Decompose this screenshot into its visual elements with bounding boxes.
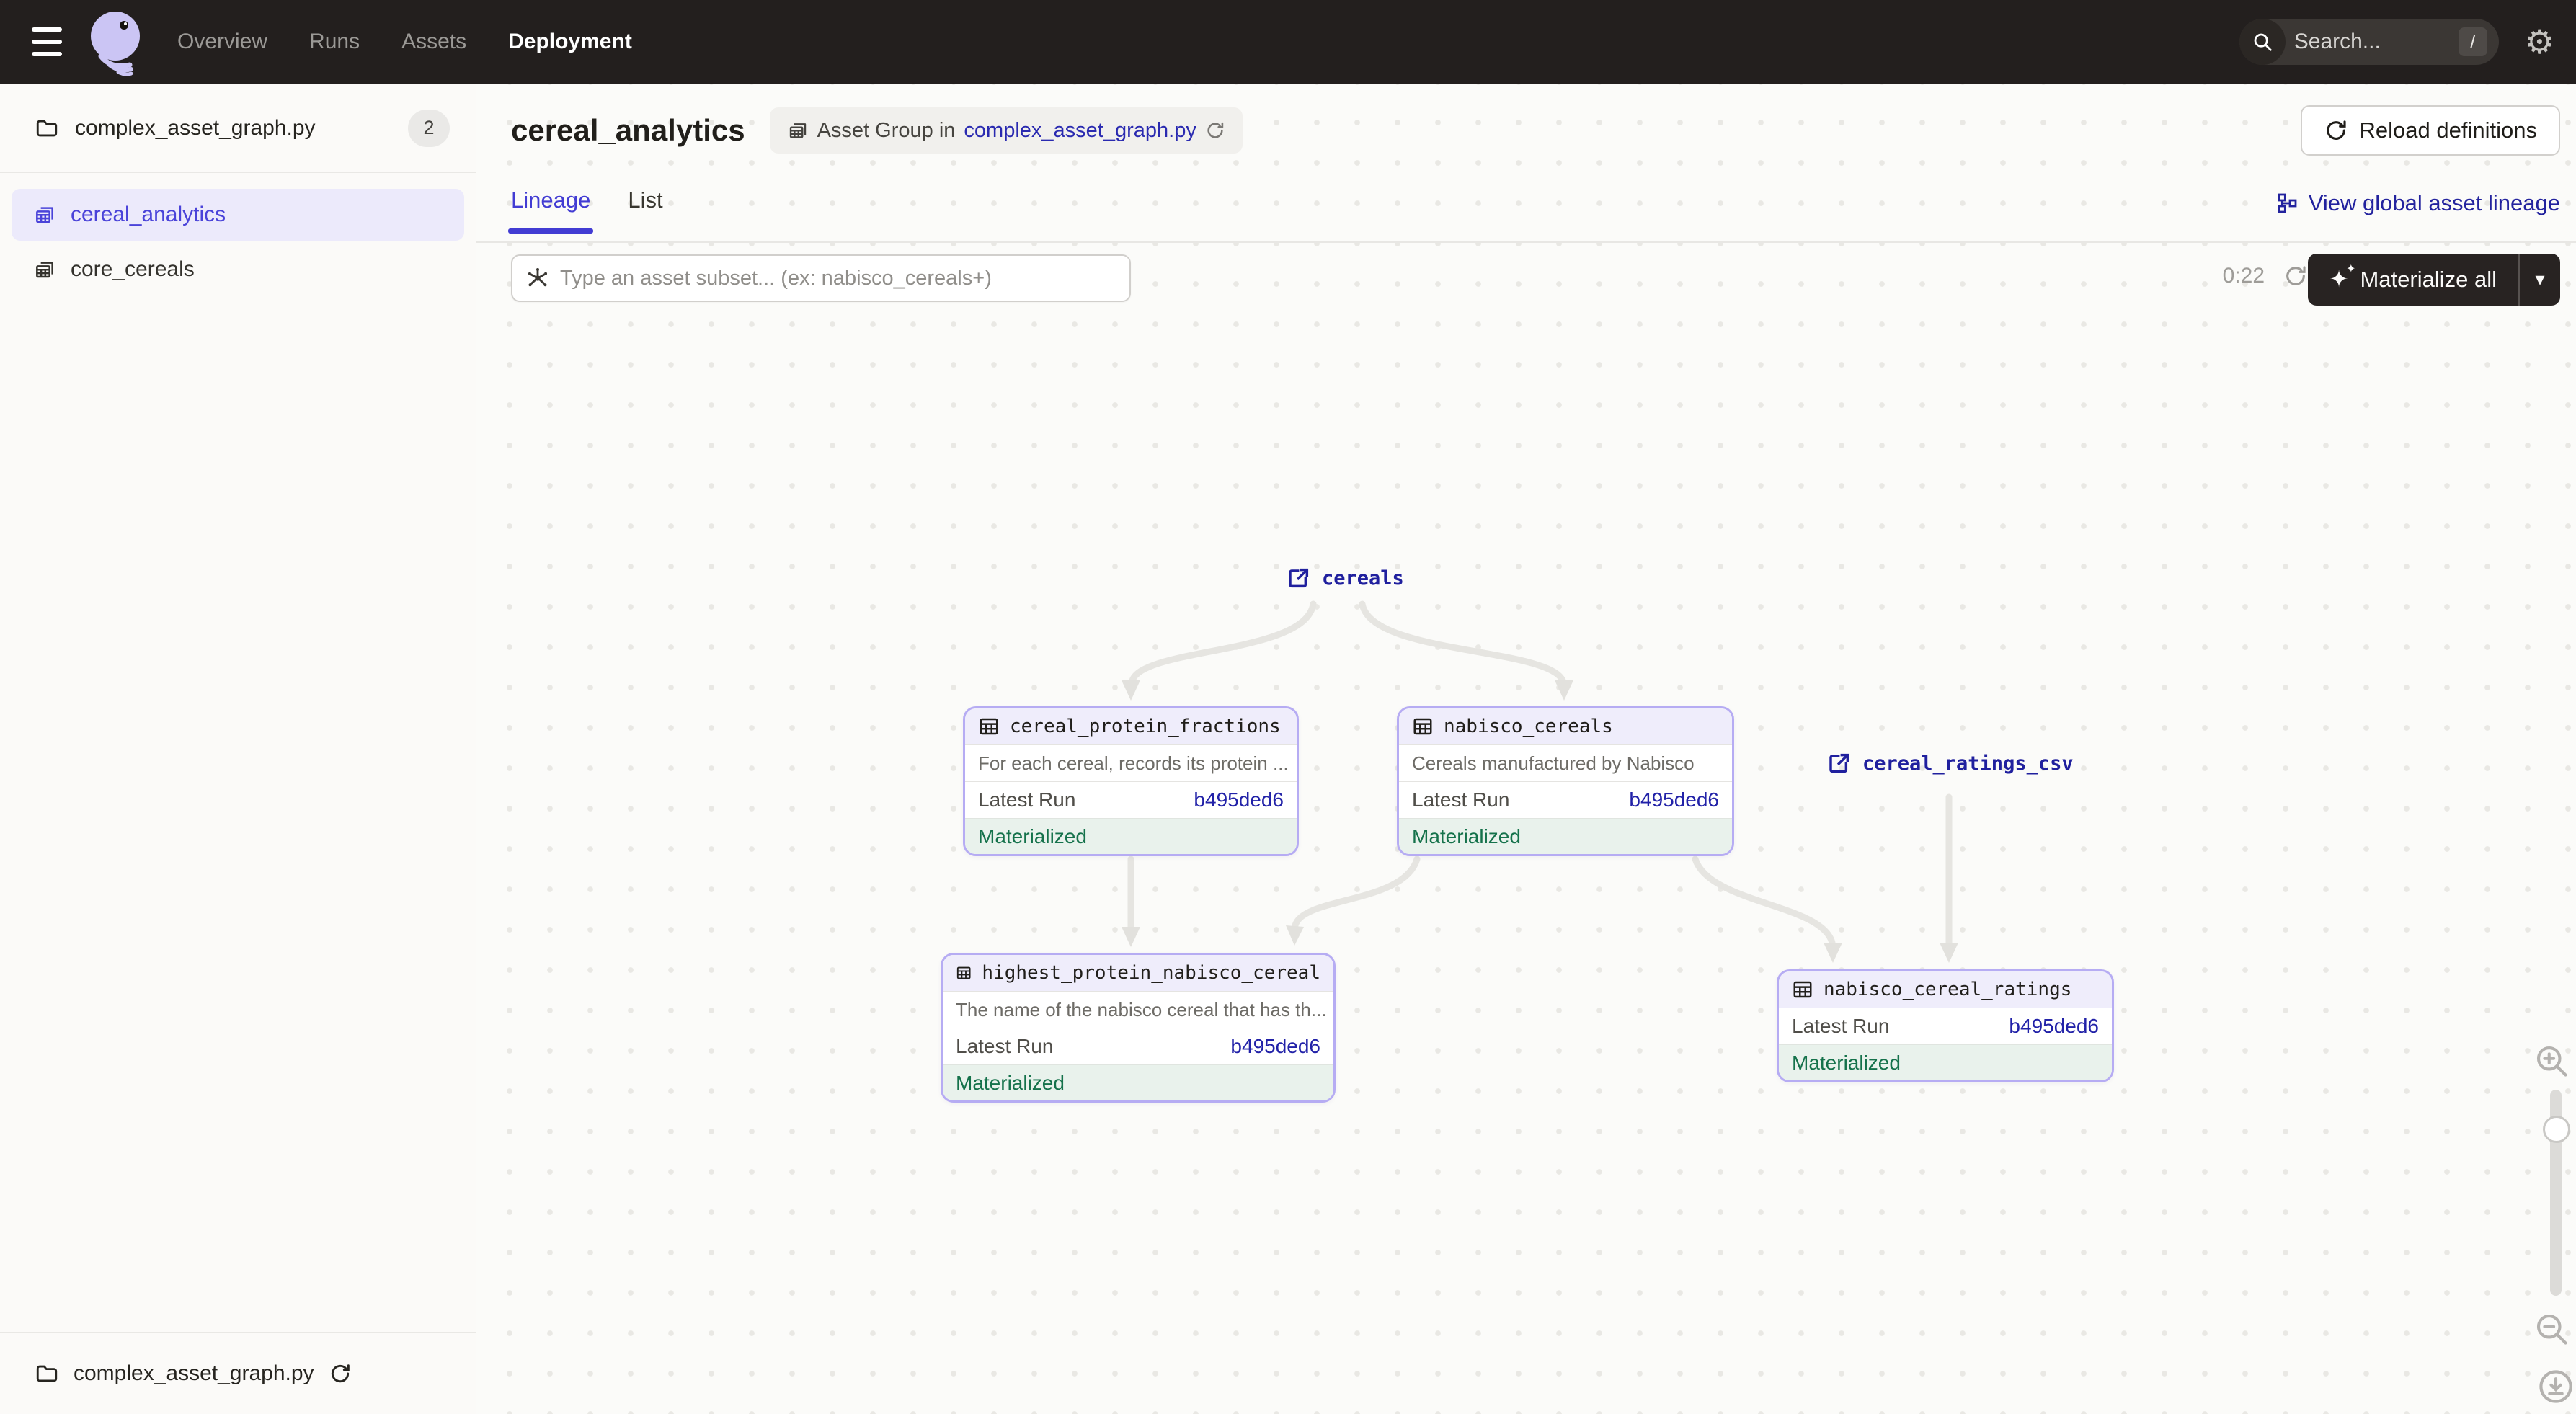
asset-group-pill: Asset Group in complex_asset_graph.py — [770, 107, 1243, 154]
asset-name: highest_protein_nabisco_cereal — [982, 962, 1320, 984]
asset-subset-filter[interactable] — [511, 254, 1131, 302]
asset-group-list: cereal_analytics core_cereals — [0, 173, 476, 314]
nav-deployment[interactable]: Deployment — [508, 30, 632, 54]
asset-description: Cereals manufactured by Nabisco — [1399, 744, 1732, 781]
folder-icon — [35, 1361, 59, 1386]
table-icon — [1792, 979, 1813, 1000]
run-id-link[interactable]: b495ded6 — [1629, 788, 1719, 812]
reload-icon[interactable] — [329, 1362, 352, 1385]
footer-repo-name: complex_asset_graph.py — [74, 1361, 314, 1386]
search-icon — [2239, 19, 2286, 65]
asset-description: The name of the nabisco cereal that has … — [943, 991, 1333, 1028]
search-shortcut-badge: / — [2459, 27, 2487, 56]
external-asset-cereals[interactable]: cereals — [1287, 566, 1404, 590]
latest-run-label: Latest Run — [978, 788, 1075, 812]
asset-name: nabisco_cereal_ratings — [1824, 979, 2071, 1000]
external-link-icon — [1828, 752, 1851, 775]
fit-view-download-icon[interactable] — [2537, 1368, 2575, 1405]
asset-name: nabisco_cereals — [1444, 716, 1613, 737]
materialize-all-button[interactable]: ✦✦ Materialize all — [2308, 254, 2518, 306]
asset-group-icon — [33, 203, 56, 226]
reload-definitions-button[interactable]: Reload definitions — [2301, 105, 2560, 156]
latest-run-label: Latest Run — [956, 1035, 1053, 1058]
table-icon — [956, 962, 972, 984]
asset-subset-input[interactable] — [560, 267, 1116, 290]
latest-run-label: Latest Run — [1792, 1015, 1889, 1038]
page-title: cereal_analytics — [511, 113, 745, 148]
repo-name: complex_asset_graph.py — [75, 116, 408, 141]
materialize-button-group: ✦✦ Materialize all ▾ — [2308, 254, 2560, 306]
external-asset-cereal-ratings-csv[interactable]: cereal_ratings_csv — [1828, 752, 2074, 775]
sidebar: complex_asset_graph.py 2 cereal_analytic… — [0, 84, 476, 1414]
sidebar-item-label: core_cereals — [71, 257, 195, 282]
nav-runs[interactable]: Runs — [309, 30, 360, 54]
tabs-row: Lineage List View global asset lineage — [476, 177, 2576, 242]
asset-node-highest-protein-nabisco-cereal[interactable]: highest_protein_nabisco_cereal The name … — [941, 953, 1336, 1103]
asset-group-label: Asset Group in — [817, 119, 956, 143]
table-icon — [978, 716, 1000, 737]
materialize-dropdown-caret[interactable]: ▾ — [2520, 254, 2560, 306]
search-box[interactable]: / — [2239, 19, 2499, 65]
reload-icon — [2324, 118, 2348, 143]
settings-gear-icon[interactable]: ⚙ — [2525, 25, 2554, 58]
dagster-logo-icon[interactable] — [69, 0, 148, 84]
tab-list[interactable]: List — [628, 187, 662, 234]
asset-group-icon — [33, 258, 56, 281]
lineage-graph-icon — [2275, 192, 2299, 215]
run-id-link[interactable]: b495ded6 — [1194, 788, 1284, 812]
sidebar-footer[interactable]: complex_asset_graph.py — [0, 1332, 476, 1414]
tabs-divider — [476, 241, 2576, 243]
latest-run-label: Latest Run — [1412, 788, 1509, 812]
run-id-link[interactable]: b495ded6 — [2009, 1015, 2099, 1038]
table-icon — [1412, 716, 1434, 737]
repo-count-badge: 2 — [408, 110, 450, 147]
sidebar-item-cereal-analytics[interactable]: cereal_analytics — [12, 189, 464, 241]
status-badge: Materialized — [943, 1064, 1333, 1100]
sidebar-item-core-cereals[interactable]: core_cereals — [12, 244, 464, 295]
sidebar-item-label: cereal_analytics — [71, 203, 226, 227]
asset-name: cereal_protein_fractions — [1010, 716, 1281, 737]
asset-graph-filter-icon — [525, 266, 550, 290]
nav-links: Overview Runs Assets Deployment — [177, 30, 632, 54]
sidebar-repo-row[interactable]: complex_asset_graph.py 2 — [0, 84, 476, 173]
tab-lineage[interactable]: Lineage — [511, 187, 590, 234]
search-input[interactable] — [2294, 30, 2431, 54]
nav-assets[interactable]: Assets — [401, 30, 466, 54]
asset-node-cereal-protein-fractions[interactable]: cereal_protein_fractions For each cereal… — [963, 706, 1299, 856]
refresh-timer: 0:22 — [2223, 264, 2265, 288]
zoom-out-icon[interactable] — [2533, 1310, 2570, 1348]
status-badge: Materialized — [1779, 1044, 2112, 1080]
hamburger-menu-icon[interactable] — [0, 0, 69, 84]
asset-description: For each cereal, records its protein ... — [965, 744, 1297, 781]
page-header: cereal_analytics Asset Group in complex_… — [476, 84, 2576, 177]
top-nav: Overview Runs Assets Deployment / ⚙ — [0, 0, 2576, 84]
status-badge: Materialized — [1399, 818, 1732, 854]
asset-node-nabisco-cereal-ratings[interactable]: nabisco_cereal_ratings Latest Run b495de… — [1777, 969, 2114, 1082]
asset-group-file-link[interactable]: complex_asset_graph.py — [964, 119, 1196, 143]
asset-node-nabisco-cereals[interactable]: nabisco_cereals Cereals manufactured by … — [1397, 706, 1734, 856]
view-global-asset-lineage-link[interactable]: View global asset lineage — [2275, 190, 2560, 216]
reload-icon[interactable] — [1205, 120, 1225, 141]
sparkle-icon: ✦✦ — [2329, 267, 2349, 290]
refresh-icon[interactable] — [2283, 264, 2308, 288]
zoom-in-icon[interactable] — [2533, 1042, 2570, 1080]
folder-icon — [35, 116, 59, 141]
zoom-slider-handle[interactable] — [2543, 1116, 2570, 1143]
external-link-icon — [1287, 566, 1310, 590]
status-badge: Materialized — [965, 818, 1297, 854]
nav-overview[interactable]: Overview — [177, 30, 267, 54]
run-id-link[interactable]: b495ded6 — [1230, 1035, 1320, 1058]
